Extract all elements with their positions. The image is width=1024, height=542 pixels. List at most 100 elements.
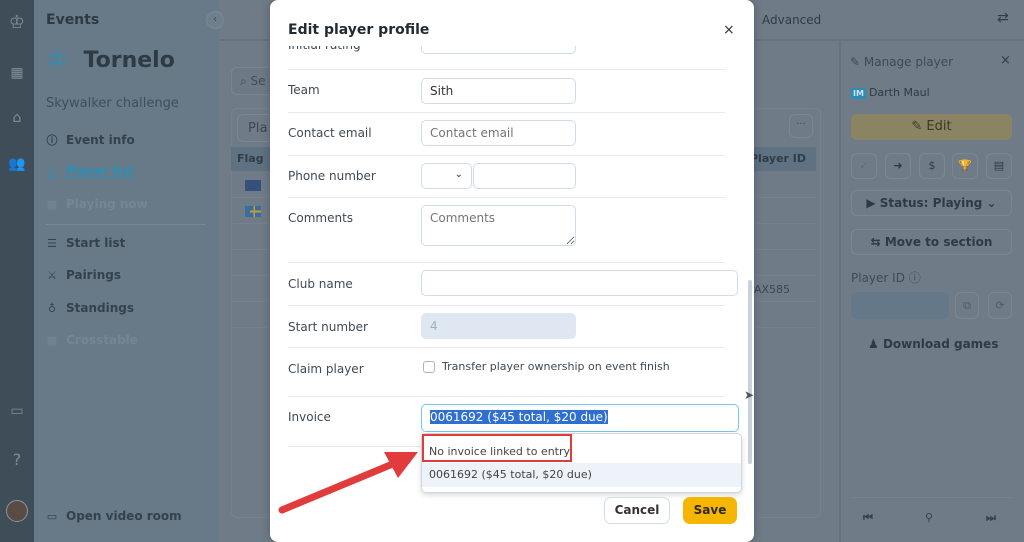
edit-label: Edit <box>926 119 952 134</box>
swords-icon: ⚔ <box>47 268 57 282</box>
list-icon: ☰ <box>47 236 57 250</box>
download-label: Download games <box>882 337 999 351</box>
team-label: Team <box>288 83 320 97</box>
sidebar-item-start-list[interactable]: ☰ Start list <box>46 236 125 250</box>
sidebar-item-event-info[interactable]: ⓘ Event info <box>46 132 135 148</box>
field-row-claim-player: Claim player Transfer player ownership o… <box>288 348 725 397</box>
building-icon[interactable]: ⌂ <box>0 110 34 126</box>
payment-button[interactable]: $ <box>919 153 945 179</box>
column-flag[interactable]: Flag <box>237 152 264 165</box>
phone-number-input[interactable] <box>473 163 576 189</box>
users-icon[interactable]: 👥 <box>0 156 34 172</box>
pairing-icon[interactable]: ⚲ <box>925 511 933 524</box>
field-row-comments: Comments <box>288 198 725 263</box>
annotation-highlight-box <box>422 434 572 462</box>
contact-email-input[interactable] <box>421 120 576 146</box>
invoice-select[interactable]: 0061692 ($45 total, $20 due) <box>421 404 739 432</box>
comments-label: Comments <box>288 211 354 225</box>
refresh-icon[interactable]: ⟳ <box>988 292 1012 319</box>
mouse-cursor-icon: ➤ <box>744 388 755 402</box>
column-player-id[interactable]: Player ID <box>750 152 806 165</box>
tornelo-logo-icon[interactable]: ♔ <box>0 12 34 33</box>
info-icon: ⓘ <box>46 134 58 147</box>
avatar[interactable] <box>6 500 28 522</box>
edit-player-button[interactable]: ✎ Edit <box>851 114 1012 140</box>
manage-player-title: ✎ Manage player <box>850 55 954 69</box>
withdraw-button[interactable]: ➜ <box>885 153 911 179</box>
video-icon: ▭ <box>46 509 58 523</box>
sidebar-item-crosstable[interactable]: ▦ Crosstable <box>46 333 138 347</box>
flag-aland-icon <box>245 206 261 217</box>
search-placeholder: Se <box>250 74 266 88</box>
transfer-ownership-label[interactable]: Transfer player ownership on event finis… <box>442 360 670 373</box>
help-icon[interactable]: ? <box>0 450 34 469</box>
initial-rating-label: Initial rating <box>288 46 361 52</box>
field-row-initial-rating: Initial rating <box>288 46 725 70</box>
status-label: Status: Playing <box>879 196 983 210</box>
panel-divider <box>851 497 1012 498</box>
cancel-button[interactable]: Cancel <box>604 497 670 524</box>
swap-icon[interactable]: ⇄ <box>997 10 1009 26</box>
trophy-button[interactable]: 🏆 <box>952 153 978 179</box>
initial-rating-input[interactable] <box>421 46 576 54</box>
advanced-tab[interactable]: Advanced <box>762 13 821 27</box>
transfer-ownership-checkbox[interactable] <box>423 361 435 373</box>
player-name: IM Darth Maul <box>851 86 930 99</box>
brand-name: Tornelo <box>83 47 175 73</box>
video-room-label: Open video room <box>66 509 182 523</box>
sidebar-item-label: Standings <box>66 301 134 315</box>
sidebar-item-pairings[interactable]: ⚔ Pairings <box>46 268 121 282</box>
sidebar: Events ♔ Tornelo Skywalker challenge ⓘ E… <box>34 0 219 542</box>
field-row-phone: Phone number ⌄ <box>288 156 725 198</box>
collapse-sidebar-button[interactable]: ‹ <box>206 11 224 29</box>
sidebar-item-label: Pairings <box>66 268 121 282</box>
team-input[interactable] <box>421 78 576 104</box>
title-badge: IM <box>851 88 866 99</box>
check-in-button[interactable]: ✓ <box>851 153 877 179</box>
close-modal-button[interactable]: × <box>723 22 735 38</box>
phone-country-select[interactable]: ⌄ <box>421 163 472 189</box>
sidebar-title: Events <box>46 12 100 28</box>
sidebar-item-standings[interactable]: ♁ Standings <box>46 301 134 315</box>
sidebar-item-label: Crosstable <box>66 333 138 347</box>
player-id-label: Player ID ⓘ <box>851 271 921 285</box>
app: ♔ ▦ ⌂ 👥 ▭ ? Events ♔ Tornelo Skywalker c… <box>0 0 1024 542</box>
flag-uk-icon <box>245 180 261 191</box>
modal-scrollbar[interactable] <box>748 280 752 464</box>
download-games-button[interactable]: ♟ Download games <box>868 337 998 351</box>
brand: ♔ Tornelo <box>46 46 175 74</box>
last-player-icon[interactable]: ⏭ <box>986 511 996 525</box>
invoice-label: Invoice <box>288 410 331 424</box>
window-icon[interactable]: ▭ <box>0 403 34 419</box>
move-to-section-button[interactable]: ⇆ Move to section <box>851 229 1012 255</box>
close-panel-button[interactable]: × <box>1000 53 1011 68</box>
id-card-button[interactable]: ▤ <box>986 153 1012 179</box>
tornelo-logo-icon: ♔ <box>46 46 68 74</box>
player-id-input[interactable] <box>851 292 949 319</box>
phone-label: Phone number <box>288 169 376 183</box>
sidebar-item-label: Player list <box>66 164 134 178</box>
calendar-icon[interactable]: ▦ <box>0 65 34 81</box>
save-button[interactable]: Save <box>683 497 737 524</box>
sidebar-item-playing-now[interactable]: ▦ Playing now <box>46 197 148 211</box>
club-name-label: Club name <box>288 277 353 291</box>
more-options-button[interactable]: ··· <box>789 114 813 138</box>
player-id-cell: AX585 <box>754 283 791 296</box>
first-player-icon[interactable]: ⏮ <box>863 511 873 525</box>
medal-icon: ♁ <box>47 301 57 315</box>
sidebar-item-label: Playing now <box>66 197 148 211</box>
comments-textarea[interactable] <box>421 205 576 246</box>
sidebar-item-player-list[interactable]: ♙ Player list <box>46 164 134 178</box>
field-row-start-number: Start number <box>288 306 725 348</box>
sidebar-item-label: Event info <box>66 133 135 147</box>
invoice-option-0061692[interactable]: 0061692 ($45 total, $20 due) <box>422 463 741 487</box>
user-icon: ♙ <box>47 164 57 178</box>
copy-icon[interactable]: ⧉ <box>955 292 979 319</box>
open-video-room-link[interactable]: ▭ Open video room <box>46 509 182 523</box>
status-dropdown[interactable]: ▶ Status: Playing ⌄ <box>851 190 1012 216</box>
event-name: Skywalker challenge <box>46 96 179 111</box>
club-name-input[interactable] <box>421 270 738 296</box>
player-name-text: Darth Maul <box>868 86 930 99</box>
field-row-team: Team <box>288 70 725 113</box>
claim-player-label: Claim player <box>288 362 364 376</box>
